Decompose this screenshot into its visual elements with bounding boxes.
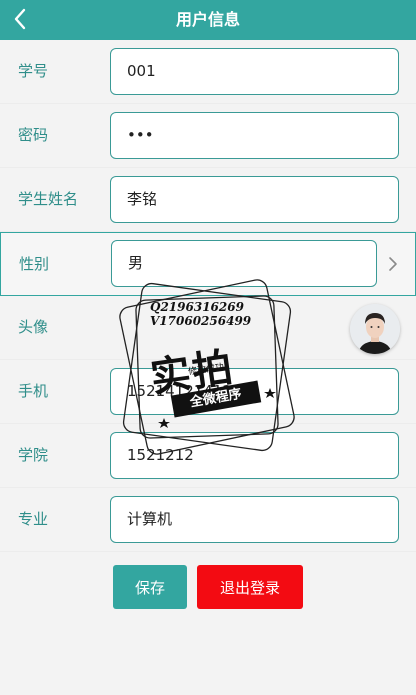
password-input[interactable]: •••	[110, 112, 399, 159]
app-header: 用户信息	[0, 0, 416, 40]
gender-row[interactable]: 性别 男	[0, 232, 416, 296]
save-button[interactable]: 保存	[113, 565, 187, 609]
avatar-image	[350, 304, 400, 354]
phone-row: 手机 15214121412	[0, 360, 416, 424]
college-row: 学院 1521212	[0, 424, 416, 488]
user-info-form: 学号 001 密码 ••• 学生姓名 李铭 性别 男 头像 手机 1521412…	[0, 40, 416, 552]
major-input[interactable]: 计算机	[110, 496, 399, 543]
avatar-row: 头像	[0, 296, 416, 360]
college-label: 学院	[18, 446, 49, 464]
chevron-right-icon[interactable]	[385, 255, 401, 273]
gender-label: 性别	[19, 255, 50, 273]
name-label: 学生姓名	[18, 190, 79, 208]
password-label: 密码	[18, 126, 49, 144]
student-id-label: 学号	[18, 62, 49, 80]
avatar-label: 头像	[18, 318, 49, 336]
gender-select[interactable]: 男	[111, 240, 377, 287]
name-input[interactable]: 李铭	[110, 176, 399, 223]
logout-button[interactable]: 退出登录	[197, 565, 303, 609]
action-buttons: 保存 退出登录	[0, 565, 416, 609]
college-input[interactable]: 1521212	[110, 432, 399, 479]
phone-input[interactable]: 15214121412	[110, 368, 399, 415]
avatar[interactable]	[350, 304, 400, 354]
name-row: 学生姓名 李铭	[0, 168, 416, 232]
password-row: 密码 •••	[0, 104, 416, 168]
phone-label: 手机	[18, 382, 49, 400]
student-id-input[interactable]: 001	[110, 48, 399, 95]
page-title: 用户信息	[175, 10, 240, 29]
student-id-row: 学号 001	[0, 40, 416, 104]
major-label: 专业	[18, 510, 49, 528]
major-row: 专业 计算机	[0, 488, 416, 552]
